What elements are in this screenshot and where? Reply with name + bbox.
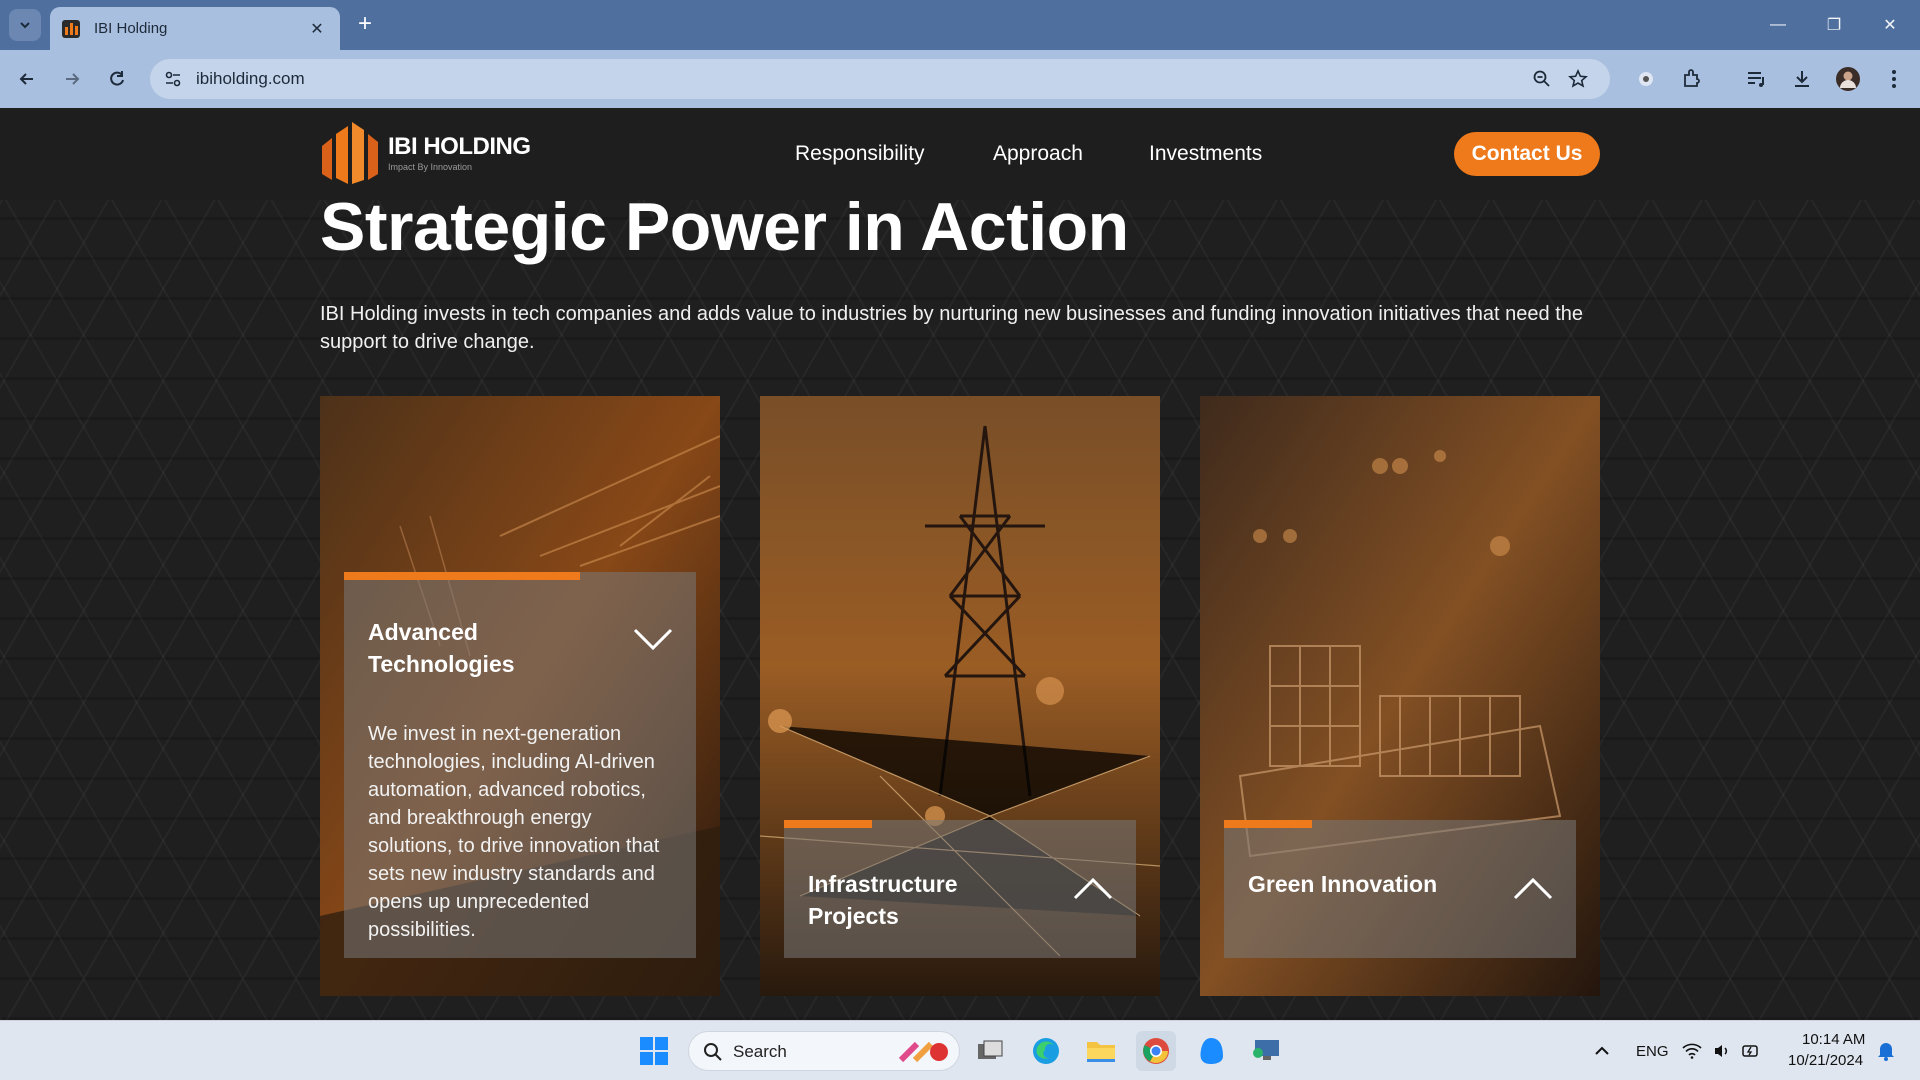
battery-icon (1742, 1045, 1759, 1057)
card-infrastructure-projects[interactable]: Infrastructure Projects (760, 396, 1160, 996)
brand-tagline: Impact By Innovation (388, 161, 473, 172)
web-page: IBI HOLDING Impact By Innovation Respons… (0, 108, 1920, 1020)
chevron-down-icon (20, 22, 30, 29)
file-explorer-icon[interactable] (1081, 1031, 1121, 1071)
card-description: We invest in next-generation technologie… (368, 723, 660, 941)
browser-tab-bar: IBI Holding ✕ + — ❐ ✕ (0, 0, 1920, 50)
reload-button[interactable] (99, 61, 135, 97)
tab-title: IBI Holding (94, 20, 168, 37)
close-icon[interactable]: ✕ (1862, 0, 1918, 50)
windows-taskbar: Search ENG 10:14 AM 10/21/2024 (0, 1020, 1920, 1080)
card-panel: Green Innovation (1224, 820, 1576, 958)
minimize-icon[interactable]: — (1750, 0, 1806, 50)
card-advanced-technologies[interactable]: Advanced Technologies We invest in next-… (320, 396, 720, 996)
nav-responsibility[interactable]: Responsibility (795, 142, 925, 166)
download-icon[interactable] (1784, 61, 1820, 97)
back-button[interactable] (9, 61, 45, 97)
browser-tab-active[interactable]: IBI Holding ✕ (50, 7, 340, 50)
new-tab-button[interactable]: + (352, 12, 378, 38)
ibi-logo-icon (322, 122, 378, 184)
media-control-icon[interactable] (1738, 61, 1774, 97)
contact-us-button[interactable]: Contact Us (1454, 132, 1600, 176)
windows-start-icon[interactable] (634, 1031, 674, 1071)
restore-icon[interactable]: ❐ (1806, 0, 1862, 50)
reload-icon (110, 71, 124, 86)
site-info-icon[interactable] (164, 70, 182, 88)
page-headline: Strategic Power in Action (320, 189, 1129, 265)
extensions-icon[interactable] (1674, 61, 1710, 97)
bookmark-star-icon[interactable] (1568, 69, 1588, 89)
card-accent-bar (1224, 820, 1312, 828)
profile-avatar-icon[interactable] (1830, 61, 1866, 97)
back-icon (19, 73, 33, 85)
card-title: Advanced Technologies (368, 619, 515, 677)
brand-name: IBI HOLDING (388, 132, 531, 160)
chevron-up-icon[interactable] (1072, 876, 1114, 902)
clock-time[interactable]: 10:14 AM (1802, 1031, 1865, 1048)
edge-browser-icon[interactable] (1026, 1031, 1066, 1071)
app-icon-blue[interactable] (1191, 1031, 1231, 1071)
forward-icon (66, 73, 80, 85)
zoom-icon[interactable] (1532, 69, 1552, 89)
forward-button[interactable] (54, 61, 90, 97)
system-tray-icons[interactable] (1676, 1031, 1766, 1071)
card-panel: Advanced Technologies We invest in next-… (344, 572, 696, 958)
menu-icon[interactable] (1876, 61, 1912, 97)
card-title: Green Innovation (1248, 871, 1438, 897)
wifi-icon (1682, 1043, 1702, 1059)
address-bar[interactable]: ibiholding.com (150, 59, 1610, 99)
search-icon (704, 1043, 722, 1061)
chevron-up-icon[interactable] (1582, 1031, 1622, 1071)
clock-date[interactable]: 10/21/2024 (1788, 1052, 1863, 1069)
chevron-up-icon[interactable] (1512, 876, 1554, 902)
site-header: IBI HOLDING Impact By Innovation Respons… (0, 108, 1920, 200)
card-accent-bar (784, 820, 872, 828)
volume-icon (1714, 1045, 1728, 1057)
nav-investments[interactable]: Investments (1149, 142, 1262, 166)
card-green-innovation[interactable]: Green Innovation (1200, 396, 1600, 996)
card-title: Infrastructure Projects (808, 871, 958, 929)
intro-paragraph: IBI Holding invests in tech companies an… (320, 303, 1584, 353)
url-text: ibiholding.com (196, 69, 305, 88)
site-favicon-icon (62, 19, 80, 38)
extension-record-icon[interactable] (1628, 61, 1664, 97)
card-accent-bar (344, 572, 580, 580)
card-panel: Infrastructure Projects (784, 820, 1136, 958)
taskbar-search-box[interactable]: Search (688, 1031, 960, 1071)
chevron-down-icon[interactable] (632, 626, 674, 652)
language-indicator[interactable]: ENG (1636, 1043, 1669, 1060)
chrome-browser-icon[interactable] (1136, 1031, 1176, 1071)
notification-bell-icon[interactable] (1866, 1031, 1906, 1071)
browser-toolbar: ibiholding.com (0, 50, 1920, 108)
task-view-icon[interactable] (970, 1031, 1010, 1071)
site-logo[interactable]: IBI HOLDING Impact By Innovation (320, 120, 531, 184)
search-highlight-icon (898, 1041, 948, 1063)
tab-close-icon[interactable]: ✕ (306, 18, 328, 40)
taskbar-search-label: Search (733, 1042, 787, 1061)
nav-approach[interactable]: Approach (993, 142, 1083, 166)
tab-search-button[interactable] (9, 9, 41, 41)
remote-desktop-icon[interactable] (1246, 1031, 1286, 1071)
